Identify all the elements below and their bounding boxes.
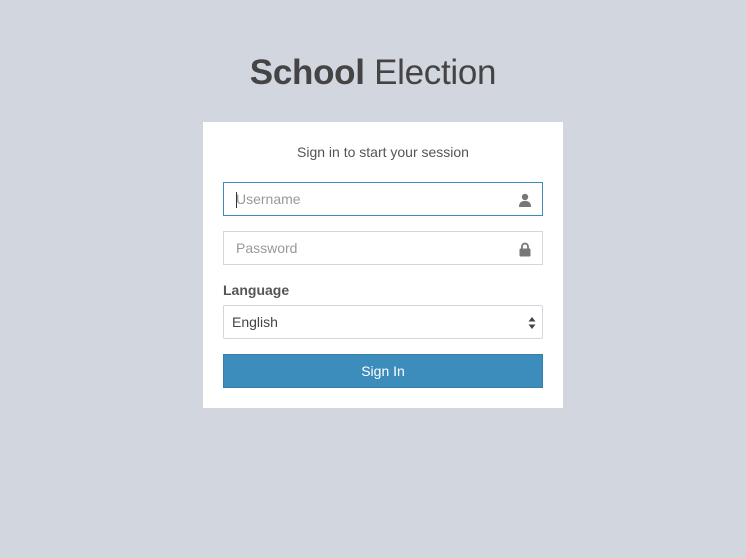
- lock-icon: [517, 241, 533, 257]
- user-icon: [517, 192, 533, 208]
- language-select[interactable]: English: [223, 305, 543, 339]
- password-field[interactable]: [223, 231, 543, 265]
- sort-arrows-icon: [528, 316, 536, 330]
- language-label: Language: [223, 282, 290, 298]
- language-selected-value: English: [232, 314, 278, 330]
- logo-light-text: Election: [374, 53, 497, 92]
- login-message: Sign in to start your session: [297, 144, 469, 160]
- password-input[interactable]: [224, 232, 542, 264]
- app-logo: School Election: [0, 52, 746, 94]
- username-input[interactable]: [224, 183, 542, 215]
- login-box: Sign in to start your session Language E…: [203, 122, 563, 408]
- sign-in-button[interactable]: Sign In: [223, 354, 543, 388]
- username-field[interactable]: [223, 182, 543, 216]
- logo-bold-text: School: [249, 53, 365, 92]
